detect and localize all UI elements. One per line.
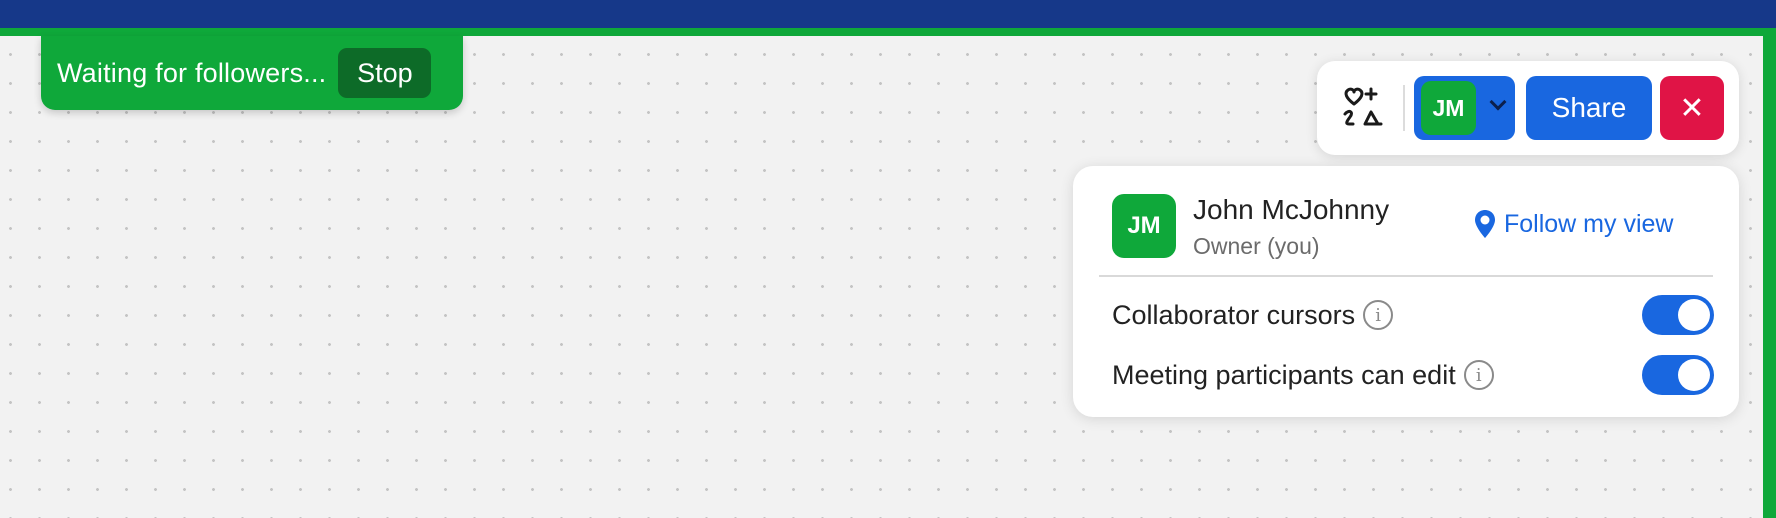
reactions-icon[interactable]	[1339, 83, 1387, 131]
close-button[interactable]: ✕	[1660, 76, 1724, 140]
location-pin-icon	[1475, 210, 1495, 238]
avatar: JM	[1421, 81, 1476, 135]
setting-collaborator-cursors: Collaborator cursors i	[1112, 295, 1714, 335]
collaborator-cursors-toggle[interactable]	[1642, 295, 1714, 335]
follow-my-view-label: Follow my view	[1504, 209, 1674, 238]
participants-menu-button[interactable]: JM	[1414, 76, 1515, 140]
follow-my-view-link[interactable]: Follow my view	[1474, 209, 1673, 239]
share-button[interactable]: Share	[1526, 76, 1652, 140]
panel-divider	[1099, 275, 1713, 277]
participants-can-edit-toggle[interactable]	[1642, 355, 1714, 395]
chevron-down-icon	[1489, 93, 1507, 111]
setting-participants-can-edit: Meeting participants can edit i	[1112, 355, 1714, 395]
user-role: Owner (you)	[1193, 233, 1320, 259]
toggle-knob	[1678, 359, 1710, 391]
setting-label: Collaborator cursors	[1112, 299, 1356, 330]
info-icon[interactable]: i	[1463, 360, 1494, 390]
top-bar	[0, 0, 1776, 28]
setting-label: Meeting participants can edit	[1112, 359, 1456, 390]
user-name: John McJohnny	[1193, 194, 1390, 225]
info-icon[interactable]: i	[1363, 300, 1394, 330]
toggle-knob	[1678, 299, 1710, 331]
collaboration-toolbar: JM Share ✕	[1317, 61, 1739, 155]
follow-status-text: Waiting for followers...	[57, 57, 327, 88]
participants-panel: JM John McJohnny Owner (you) Follow my v…	[1073, 166, 1739, 417]
follow-banner: Waiting for followers... Stop	[41, 36, 463, 110]
stop-following-button[interactable]: Stop	[338, 48, 432, 98]
toolbar-divider	[1403, 85, 1405, 131]
user-avatar: JM	[1112, 194, 1176, 258]
